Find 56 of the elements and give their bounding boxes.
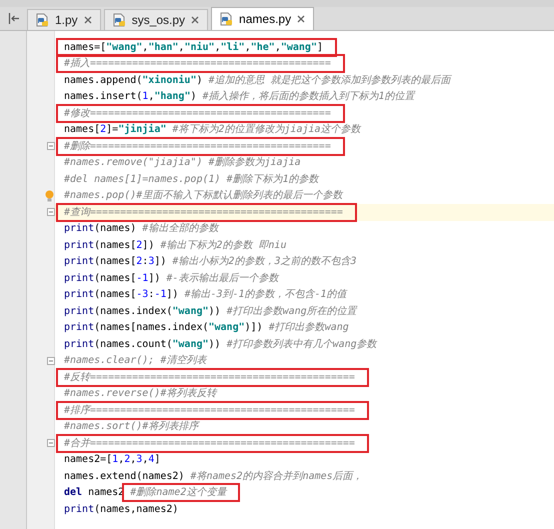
code-comment: #输出下标为2的参数 即niu [160, 238, 286, 253]
code-comment: #输出全部的参数 [142, 222, 218, 236]
code-text: print(names[2:3]) [64, 255, 166, 270]
code-comment: #排序============================================ [64, 404, 355, 418]
code-comment: #插入======================================== [64, 56, 331, 72]
code-text: names.append("xinoniu") [64, 74, 202, 88]
code-comment: #删除name2这个变量 [130, 487, 226, 498]
collapse-icon[interactable] [8, 13, 20, 24]
fold-icon[interactable] [47, 356, 55, 364]
editor-tab[interactable]: names.py [211, 7, 314, 30]
code-comment: #删除======================================== [64, 140, 331, 154]
python-file-icon [220, 12, 234, 26]
lightbulb-icon[interactable] [45, 190, 54, 202]
code-text: print(names[2]) [64, 238, 154, 253]
code-comment: #-表示输出最后一个参数 [166, 272, 278, 286]
code-comment: #names.pop()#里面不输入下标默认删除列表的最后一个参数 [64, 188, 342, 204]
code-comment: #将下标为2的位置修改为jiajia这个参数 [172, 122, 361, 138]
code-text: names=["wang","han","niu","li","he","wang"] [64, 40, 323, 55]
code-text: print(names.index("wang")) [64, 304, 221, 319]
python-file-icon [112, 13, 126, 27]
fold-icon[interactable] [47, 142, 55, 150]
code-comment: #修改======================================== [64, 106, 331, 121]
python-file-icon [36, 13, 49, 27]
code-comment: #names.clear(); #清空列表 [64, 354, 206, 368]
code-text: names[2]="jinjia" [64, 122, 166, 138]
code-text: print(names,names2) [64, 502, 178, 517]
code-text: print(names[names.index("wang")]) [64, 321, 263, 336]
code-comment: #插入操作，将后面的参数插入到下标为1的位置 [202, 90, 415, 104]
code-comment: #输出小标为2的参数，3之前的数不包含3 [172, 254, 356, 270]
code-comment: #names.sort()#将列表排序 [64, 420, 198, 434]
code-comment: #打印参数列表中有几个wang参数 [226, 338, 377, 352]
close-icon[interactable] [191, 16, 200, 24]
code-text: names.extend(names2) [64, 470, 184, 484]
fold-icon[interactable] [47, 439, 55, 447]
code-text: print(names[-3:-1]) [64, 288, 178, 302]
code-text: names2=[1,2,3,4] [64, 453, 160, 468]
code-comment: #names.remove("jiajia") #删除参数为jiajia [64, 156, 301, 170]
close-icon[interactable] [297, 15, 306, 23]
editor-tab[interactable]: sys_os.py [104, 9, 208, 30]
code-comment: #打印出参数wang [268, 320, 349, 336]
code-comment: #names.reverse()#将列表反转 [64, 386, 216, 402]
editor-tab[interactable]: 1.py [27, 9, 101, 30]
code-comment: #del names[1]=names.pop(1) #删除下标为1的参数 [64, 172, 319, 187]
close-icon[interactable] [84, 16, 92, 24]
code-text: print(names) [64, 222, 136, 236]
code-text: print(names[-1]) [64, 272, 160, 286]
fold-icon[interactable] [47, 208, 55, 216]
code-comment: #反转============================================ [64, 370, 355, 385]
code-comment: #将names2的内容合并到names后面， [190, 470, 363, 484]
code-comment: #追加的意思 就是把这个参数添加到参数列表的最后面 [208, 74, 451, 88]
code-comment: #输出-3到-1的参数，不包含-1的值 [184, 288, 347, 302]
code-text: print(names.count("wang")) [64, 338, 221, 352]
code-comment: #合并============================================ [64, 436, 355, 451]
code-comment: #查询========================================== [64, 206, 343, 220]
code-text: names.insert(1,"hang") [64, 90, 196, 104]
code-comment: #打印出参数wang所在的位置 [226, 304, 357, 319]
